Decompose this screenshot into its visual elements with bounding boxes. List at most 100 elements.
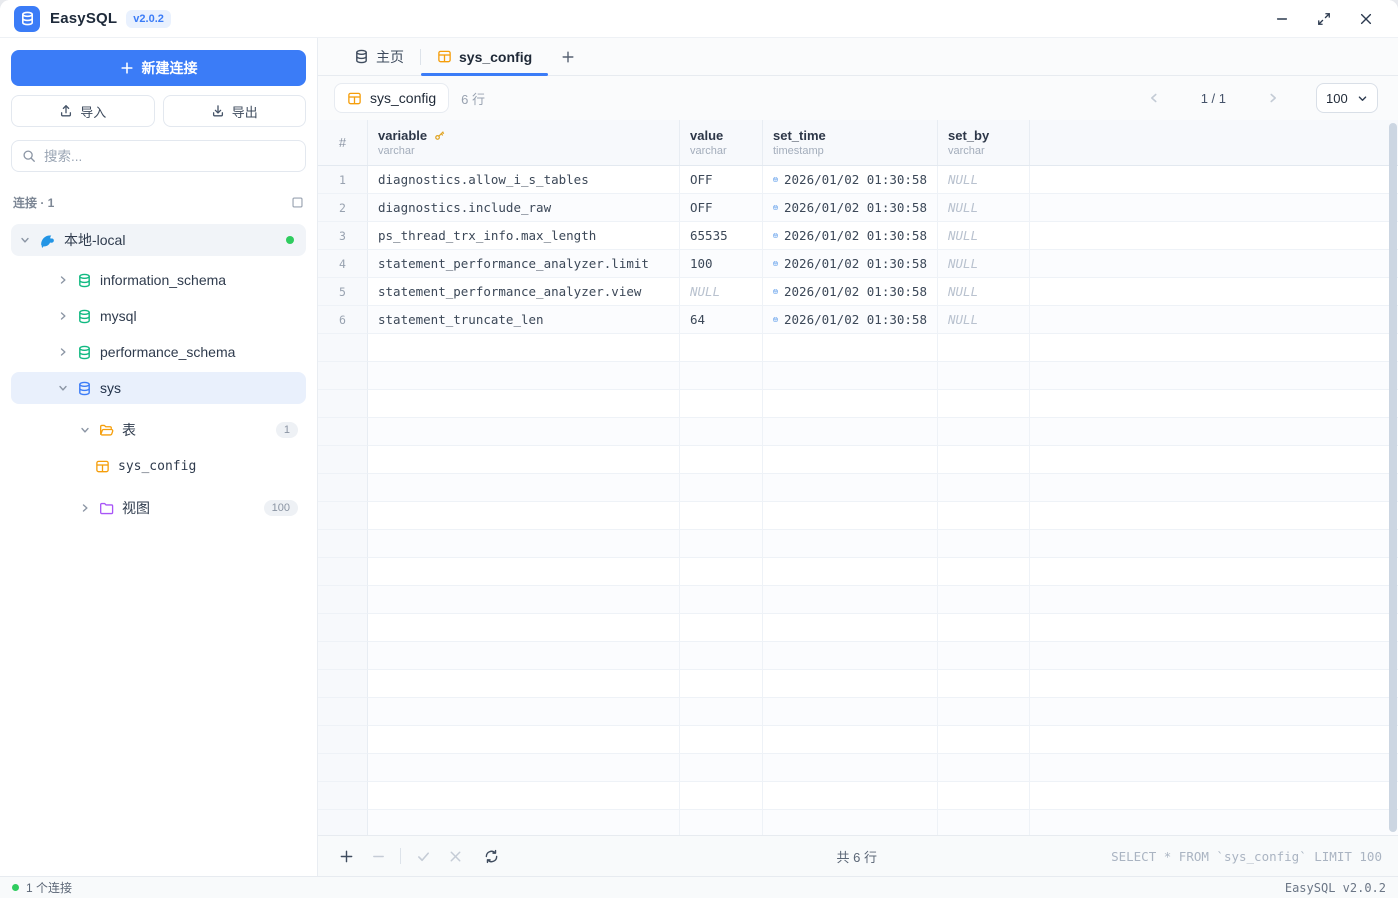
empty-cell (938, 586, 1030, 614)
tree-schema-information-schema[interactable]: information_schema (11, 264, 306, 296)
cell-set-time[interactable]: 2026/01/02 01:30:58 (763, 306, 938, 334)
empty-cell (938, 698, 1030, 726)
cell-variable[interactable]: statement_truncate_len (368, 306, 680, 334)
col-header-value[interactable]: value varchar (680, 120, 763, 165)
collapse-all-icon[interactable] (291, 196, 304, 209)
cell-set-by[interactable]: NULL (938, 306, 1030, 334)
cell-set-time[interactable]: 2026/01/02 01:30:58 (763, 194, 938, 222)
close-button[interactable] (1358, 11, 1374, 27)
row-number (318, 362, 368, 390)
discard-changes-button[interactable] (443, 844, 467, 868)
minimize-button[interactable] (1274, 11, 1290, 27)
chevron-right-icon[interactable] (57, 346, 69, 358)
cell-set-by[interactable]: NULL (938, 166, 1030, 194)
tree-folder-views[interactable]: 视图 100 (11, 492, 306, 524)
export-button[interactable]: 导出 (163, 95, 307, 127)
cell-set-time[interactable]: 2026/01/02 01:30:58 (763, 166, 938, 194)
import-button[interactable]: 导入 (11, 95, 155, 127)
cell-set-by[interactable]: NULL (938, 250, 1030, 278)
empty-cell (763, 586, 938, 614)
cell-variable[interactable]: ps_thread_trx_info.max_length (368, 222, 680, 250)
tree-table-sys-config[interactable]: sys_config (11, 450, 306, 482)
row-number (318, 782, 368, 810)
tree-connection-local[interactable]: 本地-local (11, 224, 306, 256)
search-box[interactable] (11, 140, 306, 172)
cell-variable[interactable]: diagnostics.allow_i_s_tables (368, 166, 680, 194)
row-number (318, 530, 368, 558)
search-input[interactable] (44, 149, 295, 164)
table-row[interactable]: 3ps_thread_trx_info.max_length655352026/… (318, 222, 1398, 250)
maximize-button[interactable] (1316, 11, 1332, 27)
tree-schema-mysql[interactable]: mysql (11, 300, 306, 332)
calendar-icon (773, 173, 778, 186)
connections-section-label: 连接 · 1 (13, 194, 54, 211)
cell-set-by[interactable]: NULL (938, 194, 1030, 222)
table-row[interactable]: 4statement_performance_analyzer.limit100… (318, 250, 1398, 278)
empty-cell (763, 362, 938, 390)
empty-cell (938, 810, 1030, 835)
cell-set-time[interactable]: 2026/01/02 01:30:58 (763, 250, 938, 278)
chevron-down-icon[interactable] (79, 424, 91, 436)
table-chip[interactable]: sys_config (334, 83, 449, 113)
chevron-down-icon[interactable] (19, 234, 31, 246)
empty-cell (938, 614, 1030, 642)
cell-value[interactable]: OFF (680, 194, 763, 222)
check-icon (416, 849, 431, 864)
cell-variable[interactable]: statement_performance_analyzer.view (368, 278, 680, 306)
views-count-badge: 100 (264, 500, 298, 516)
cell-value[interactable]: NULL (680, 278, 763, 306)
refresh-button[interactable] (479, 844, 503, 868)
new-connection-button[interactable]: 新建连接 (11, 50, 306, 86)
empty-row (318, 474, 1398, 502)
row-number[interactable]: 6 (318, 306, 368, 334)
tree-folder-tables[interactable]: 表 1 (11, 414, 306, 446)
calendar-icon (773, 285, 778, 298)
empty-row (318, 502, 1398, 530)
delete-row-button[interactable] (366, 844, 390, 868)
vertical-scrollbar[interactable] (1389, 123, 1397, 832)
row-number[interactable]: 4 (318, 250, 368, 278)
row-number[interactable]: 1 (318, 166, 368, 194)
next-page-button[interactable] (1260, 91, 1286, 105)
add-row-button[interactable] (334, 844, 358, 868)
toolbar-divider (400, 848, 401, 864)
cell-value[interactable]: 100 (680, 250, 763, 278)
chevron-right-icon[interactable] (57, 310, 69, 322)
tree-schema-performance-schema[interactable]: performance_schema (11, 336, 306, 368)
cell-variable[interactable]: statement_performance_analyzer.limit (368, 250, 680, 278)
col-header-variable[interactable]: variable varchar (368, 120, 680, 165)
table-row[interactable]: 2diagnostics.include_rawOFF2026/01/02 01… (318, 194, 1398, 222)
new-tab-button[interactable] (554, 43, 582, 71)
data-grid: # variable varchar value varchar set_tim… (318, 120, 1398, 835)
cell-value[interactable]: 65535 (680, 222, 763, 250)
chevron-right-icon[interactable] (57, 274, 69, 286)
table-row[interactable]: 1diagnostics.allow_i_s_tablesOFF2026/01/… (318, 166, 1398, 194)
empty-cell (938, 418, 1030, 446)
chevron-right-icon[interactable] (79, 502, 91, 514)
col-header-rownum[interactable]: # (318, 120, 368, 165)
cell-value[interactable]: 64 (680, 306, 763, 334)
prev-page-button[interactable] (1141, 91, 1167, 105)
col-header-set-by[interactable]: set_by varchar (938, 120, 1030, 165)
cell-set-time[interactable]: 2026/01/02 01:30:58 (763, 222, 938, 250)
tab-home[interactable]: 主页 (338, 38, 420, 75)
empty-row (318, 642, 1398, 670)
calendar-icon (773, 201, 778, 214)
empty-cell (938, 754, 1030, 782)
tab-sys-config[interactable]: sys_config (421, 38, 548, 75)
table-row[interactable]: 5statement_performance_analyzer.viewNULL… (318, 278, 1398, 306)
table-row[interactable]: 6statement_truncate_len642026/01/02 01:3… (318, 306, 1398, 334)
cell-variable[interactable]: diagnostics.include_raw (368, 194, 680, 222)
cell-set-by[interactable]: NULL (938, 278, 1030, 306)
cell-set-time[interactable]: 2026/01/02 01:30:58 (763, 278, 938, 306)
row-number[interactable]: 2 (318, 194, 368, 222)
row-number[interactable]: 3 (318, 222, 368, 250)
tree-schema-sys[interactable]: sys (11, 372, 306, 404)
col-header-set-time[interactable]: set_time timestamp (763, 120, 938, 165)
cell-set-by[interactable]: NULL (938, 222, 1030, 250)
chevron-down-icon[interactable] (57, 382, 69, 394)
commit-changes-button[interactable] (411, 844, 435, 868)
page-size-select[interactable]: 100 (1316, 83, 1378, 113)
cell-value[interactable]: OFF (680, 166, 763, 194)
row-number[interactable]: 5 (318, 278, 368, 306)
